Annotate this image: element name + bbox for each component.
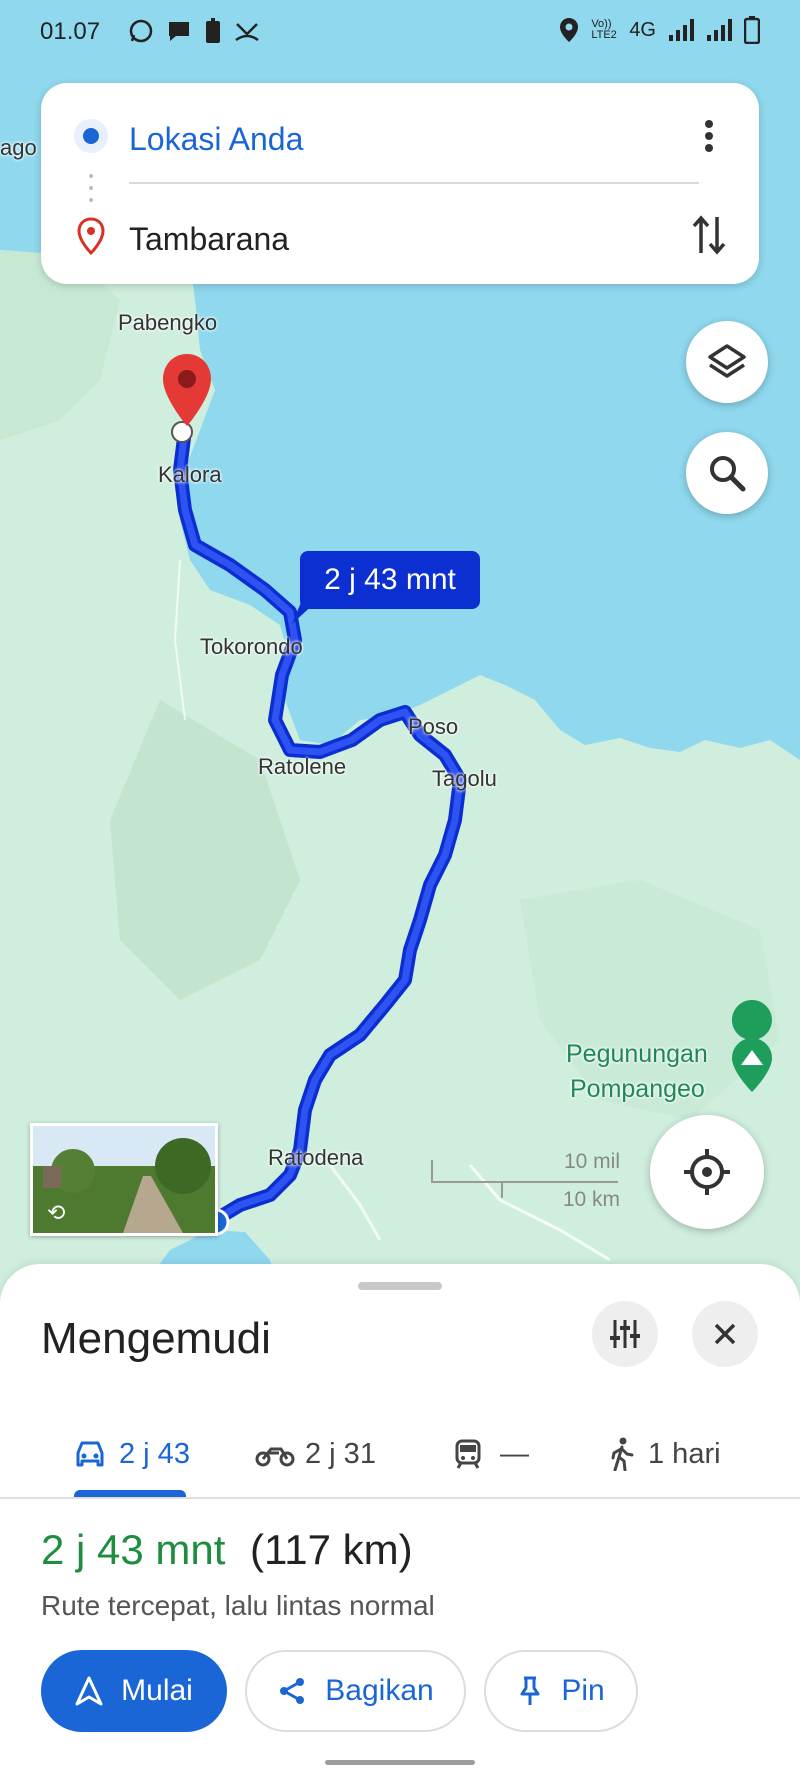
rotate-360-icon: ⟲: [47, 1200, 66, 1225]
tab-walking[interactable]: 1 hari: [610, 1414, 721, 1494]
signal-icon-2: [707, 19, 732, 41]
layers-button[interactable]: [686, 321, 768, 403]
destination-marker-icon[interactable]: [160, 352, 214, 428]
status-bar: 01.07 Vo)) LTE2 4G: [0, 0, 800, 66]
missed-call-icon: [235, 23, 259, 42]
poi-label-line2: Pompangeo: [570, 1075, 705, 1103]
status-time: 01.07: [40, 18, 101, 45]
pin-button[interactable]: Pin: [484, 1650, 638, 1732]
destination-pin-icon: [77, 217, 105, 255]
tab-driving[interactable]: 2 j 43: [73, 1414, 190, 1494]
start-button-label: Mulai: [121, 1674, 193, 1707]
pin-icon: [520, 1676, 540, 1705]
motorcycle-icon: [255, 1447, 295, 1467]
map-label-kalora: Kalora: [158, 462, 222, 487]
tab-motorcycle-label: 2 j 31: [305, 1437, 376, 1470]
origin-row[interactable]: Lokasi Anda: [41, 103, 759, 173]
more-options-icon[interactable]: [701, 118, 717, 154]
volte-indicator: Vo)) LTE2: [591, 18, 617, 41]
map-label-pabengko: Pabengko: [118, 310, 218, 335]
directions-bottom-sheet: Mengemudi 2 j 43 2 j 31 — 1 hari 2 j 43 …: [0, 1264, 800, 1778]
map-label-poso: Poso: [408, 714, 459, 739]
share-button-label: Bagikan: [325, 1674, 434, 1707]
tune-icon: [610, 1320, 640, 1348]
layers-icon: [708, 344, 746, 378]
signal-icon-1: [669, 19, 694, 41]
directions-card: Lokasi Anda Tambarana: [41, 83, 759, 284]
system-gesture-bar[interactable]: [325, 1760, 475, 1765]
my-location-button[interactable]: [650, 1115, 764, 1229]
route-description: Rute tercepat, lalu lintas normal: [41, 1590, 435, 1621]
tab-motorcycle[interactable]: 2 j 31: [255, 1414, 376, 1494]
share-icon: [280, 1678, 305, 1704]
my-location-icon: [684, 1149, 730, 1195]
tab-walking-label: 1 hari: [648, 1437, 721, 1470]
origin-dot-icon: [74, 119, 108, 153]
poi-label-line1: Pegunungan: [566, 1040, 708, 1068]
map-label-ago: ago: [0, 135, 37, 160]
mountain-poi-icon[interactable]: [730, 1036, 774, 1094]
whatsapp-icon: [129, 19, 153, 43]
tab-transit[interactable]: —: [454, 1414, 529, 1494]
route-options-button[interactable]: [592, 1301, 658, 1367]
card-divider: [129, 182, 699, 184]
train-icon: [455, 1439, 481, 1469]
destination-row[interactable]: Tambarana: [41, 203, 759, 273]
walk-icon: [611, 1437, 634, 1471]
travel-mode-tabs: 2 j 43 2 j 31 — 1 hari: [0, 1414, 800, 1502]
sheet-drag-handle[interactable]: [358, 1282, 442, 1290]
map-label-tagolu: Tagolu: [432, 766, 497, 791]
sheet-title: Mengemudi: [41, 1314, 271, 1363]
tabs-divider: [0, 1497, 800, 1499]
street-view-thumbnail[interactable]: ⟲: [30, 1123, 218, 1236]
search-button[interactable]: [686, 432, 768, 514]
origin-field[interactable]: Lokasi Anda: [129, 121, 303, 158]
battery-alert-icon: [206, 18, 220, 43]
map-label-tokorondo: Tokorondo: [200, 634, 303, 659]
map-label-ratolene: Ratolene: [258, 754, 347, 779]
close-icon: [714, 1323, 736, 1345]
map-label-ratodena: Ratodena: [268, 1145, 364, 1170]
destination-field[interactable]: Tambarana: [129, 221, 289, 258]
tab-transit-label: —: [500, 1437, 529, 1470]
eta-callout-tail: [292, 600, 318, 624]
location-status-icon: [560, 18, 579, 42]
route-eta-callout[interactable]: 2 j 43 mnt: [300, 551, 480, 609]
swap-direction-icon[interactable]: [691, 213, 727, 257]
close-button[interactable]: [692, 1301, 758, 1367]
network-type: 4G: [629, 18, 656, 41]
pin-button-label: Pin: [561, 1674, 605, 1707]
battery-icon: [744, 16, 760, 44]
share-button[interactable]: Bagikan: [245, 1650, 466, 1732]
navigation-arrow-icon: [75, 1676, 103, 1706]
route-connector-dots: [89, 174, 93, 202]
route-duration: 2 j 43 mnt: [41, 1526, 226, 1573]
car-icon: [76, 1441, 104, 1467]
start-button[interactable]: Mulai: [41, 1650, 227, 1732]
message-icon: [169, 22, 189, 41]
map-scale-bar: 10 mil 10 km: [430, 1150, 620, 1211]
route-distance: (117 km): [250, 1526, 413, 1573]
search-icon: [710, 456, 746, 492]
tab-driving-label: 2 j 43: [119, 1437, 190, 1470]
